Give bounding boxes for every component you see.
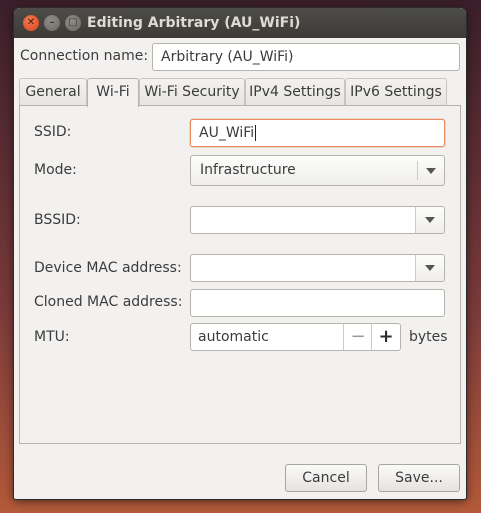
maximize-window-button[interactable]: □	[65, 15, 81, 31]
dropdown-separator	[417, 161, 418, 180]
save-button[interactable]: Save...	[378, 464, 460, 492]
mtu-value: automatic	[198, 329, 269, 345]
cancel-button[interactable]: Cancel	[285, 464, 367, 492]
chevron-down-icon	[425, 265, 435, 271]
connection-name-label: Connection name:	[20, 48, 149, 64]
mode-label: Mode:	[34, 162, 77, 178]
ssid-input[interactable]: AU_WiFi	[190, 119, 445, 147]
mtu-decrement-button[interactable]: −	[343, 324, 372, 350]
text-cursor	[255, 125, 257, 141]
tab-wifi[interactable]: Wi-Fi	[87, 78, 139, 107]
tab-ipv6-settings[interactable]: IPv6 Settings	[345, 78, 447, 105]
bssid-combo-input[interactable]	[190, 206, 445, 234]
window-title: Editing Arbitrary (AU_WiFi)	[87, 15, 301, 31]
mtu-spin-input[interactable]: automatic − +	[190, 323, 401, 351]
close-window-button[interactable]: ✕	[23, 15, 39, 31]
bssid-label: BSSID:	[34, 212, 81, 228]
device-mac-dropdown-button[interactable]	[415, 255, 444, 281]
mode-dropdown[interactable]: Infrastructure	[190, 155, 445, 186]
bssid-dropdown-button[interactable]	[415, 207, 444, 233]
mtu-unit-label: bytes	[409, 329, 448, 345]
cloned-mac-label: Cloned MAC address:	[34, 294, 183, 310]
editing-connection-dialog: ✕ – □ Editing Arbitrary (AU_WiFi) Connec…	[14, 8, 466, 499]
connection-name-input[interactable]: Arbitrary (AU_WiFi)	[152, 43, 460, 71]
minimize-window-button[interactable]: –	[44, 15, 60, 31]
ssid-label: SSID:	[34, 124, 72, 140]
tab-general[interactable]: General	[19, 78, 87, 105]
connection-name-value: Arbitrary (AU_WiFi)	[161, 49, 294, 65]
mode-selected-value: Infrastructure	[200, 162, 296, 178]
device-mac-label: Device MAC address:	[34, 260, 182, 276]
title-bar[interactable]: ✕ – □ Editing Arbitrary (AU_WiFi)	[14, 8, 466, 38]
cloned-mac-input[interactable]	[190, 289, 445, 317]
device-mac-combo-input[interactable]	[190, 254, 445, 282]
mtu-label: MTU:	[34, 329, 70, 345]
tab-wifi-security[interactable]: Wi-Fi Security	[139, 78, 245, 105]
tab-ipv4-settings[interactable]: IPv4 Settings	[245, 78, 345, 105]
mtu-increment-button[interactable]: +	[371, 324, 400, 350]
chevron-down-icon	[426, 168, 436, 174]
ssid-value: AU_WiFi	[199, 125, 255, 141]
chevron-down-icon	[425, 217, 435, 223]
